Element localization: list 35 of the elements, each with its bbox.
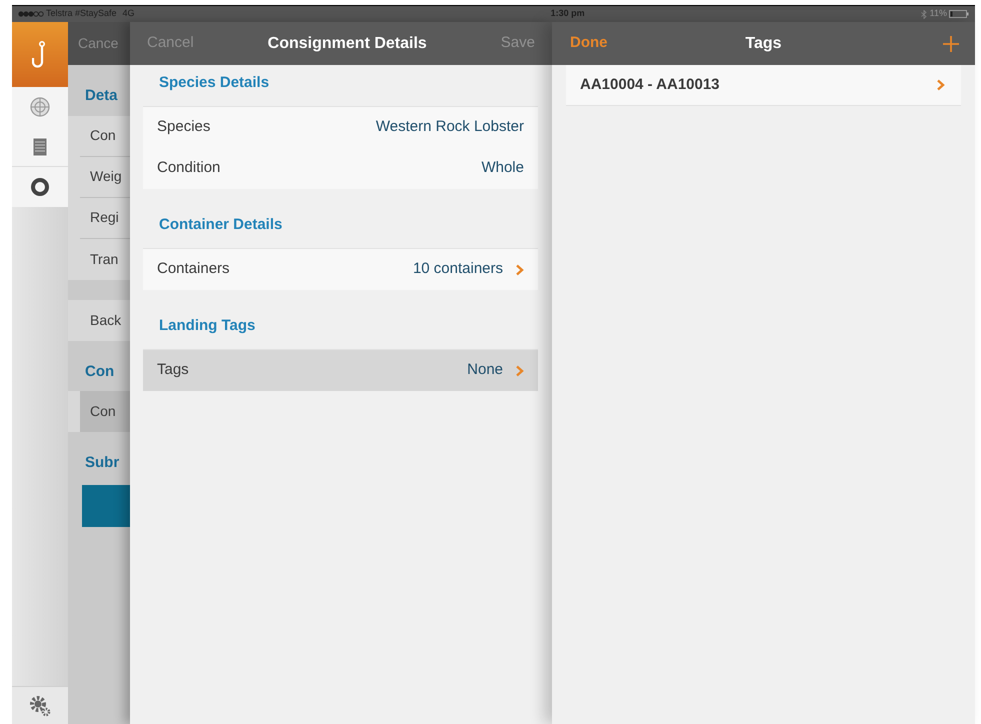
tag-range-row[interactable]: AA10004 - AA10013 [566, 65, 961, 106]
signal-icon [18, 11, 44, 17]
list-row[interactable]: Tran [80, 238, 130, 280]
section-header: Species Details [159, 72, 270, 92]
row-value: Whole [481, 158, 524, 178]
lifebuoy-icon[interactable] [30, 177, 50, 197]
row-value: 10 containers [412, 259, 503, 280]
detail-row[interactable]: Condition Whole [143, 148, 538, 189]
detail-row[interactable]: Containers 10 containers [143, 249, 538, 290]
row-label: Condition [157, 158, 220, 178]
radar-icon[interactable] [30, 97, 50, 117]
section-header: Subr [84, 453, 120, 473]
row-label: Tags [157, 360, 189, 380]
row-label: Containers [157, 259, 230, 280]
battery-percent: 11% [930, 7, 947, 20]
panel-title: Consignment Details [268, 34, 427, 54]
battery-icon [949, 10, 969, 18]
detail-row[interactable]: Species Western Rock Lobster [143, 107, 538, 148]
row-label: AA10004 - AA10013 [580, 74, 720, 95]
row-value: None [467, 360, 503, 380]
section-header: Deta [84, 86, 119, 106]
section-header: Landing Tags [159, 316, 256, 336]
settings-icon[interactable] [29, 694, 51, 716]
add-icon[interactable] [943, 36, 959, 52]
app-logo[interactable] [12, 22, 68, 87]
section-header: Con [84, 362, 116, 382]
section-header: Container Details [159, 214, 282, 234]
list-row[interactable]: Con [80, 391, 130, 432]
notepad-icon[interactable] [33, 138, 47, 156]
hook-icon [32, 40, 48, 68]
panel-title: Tags [745, 34, 782, 54]
detail-row[interactable]: Tags None [143, 350, 538, 391]
bluetooth-icon [920, 10, 927, 18]
row-label: Species [157, 117, 210, 138]
row-value: Western Rock Lobster [376, 117, 524, 138]
